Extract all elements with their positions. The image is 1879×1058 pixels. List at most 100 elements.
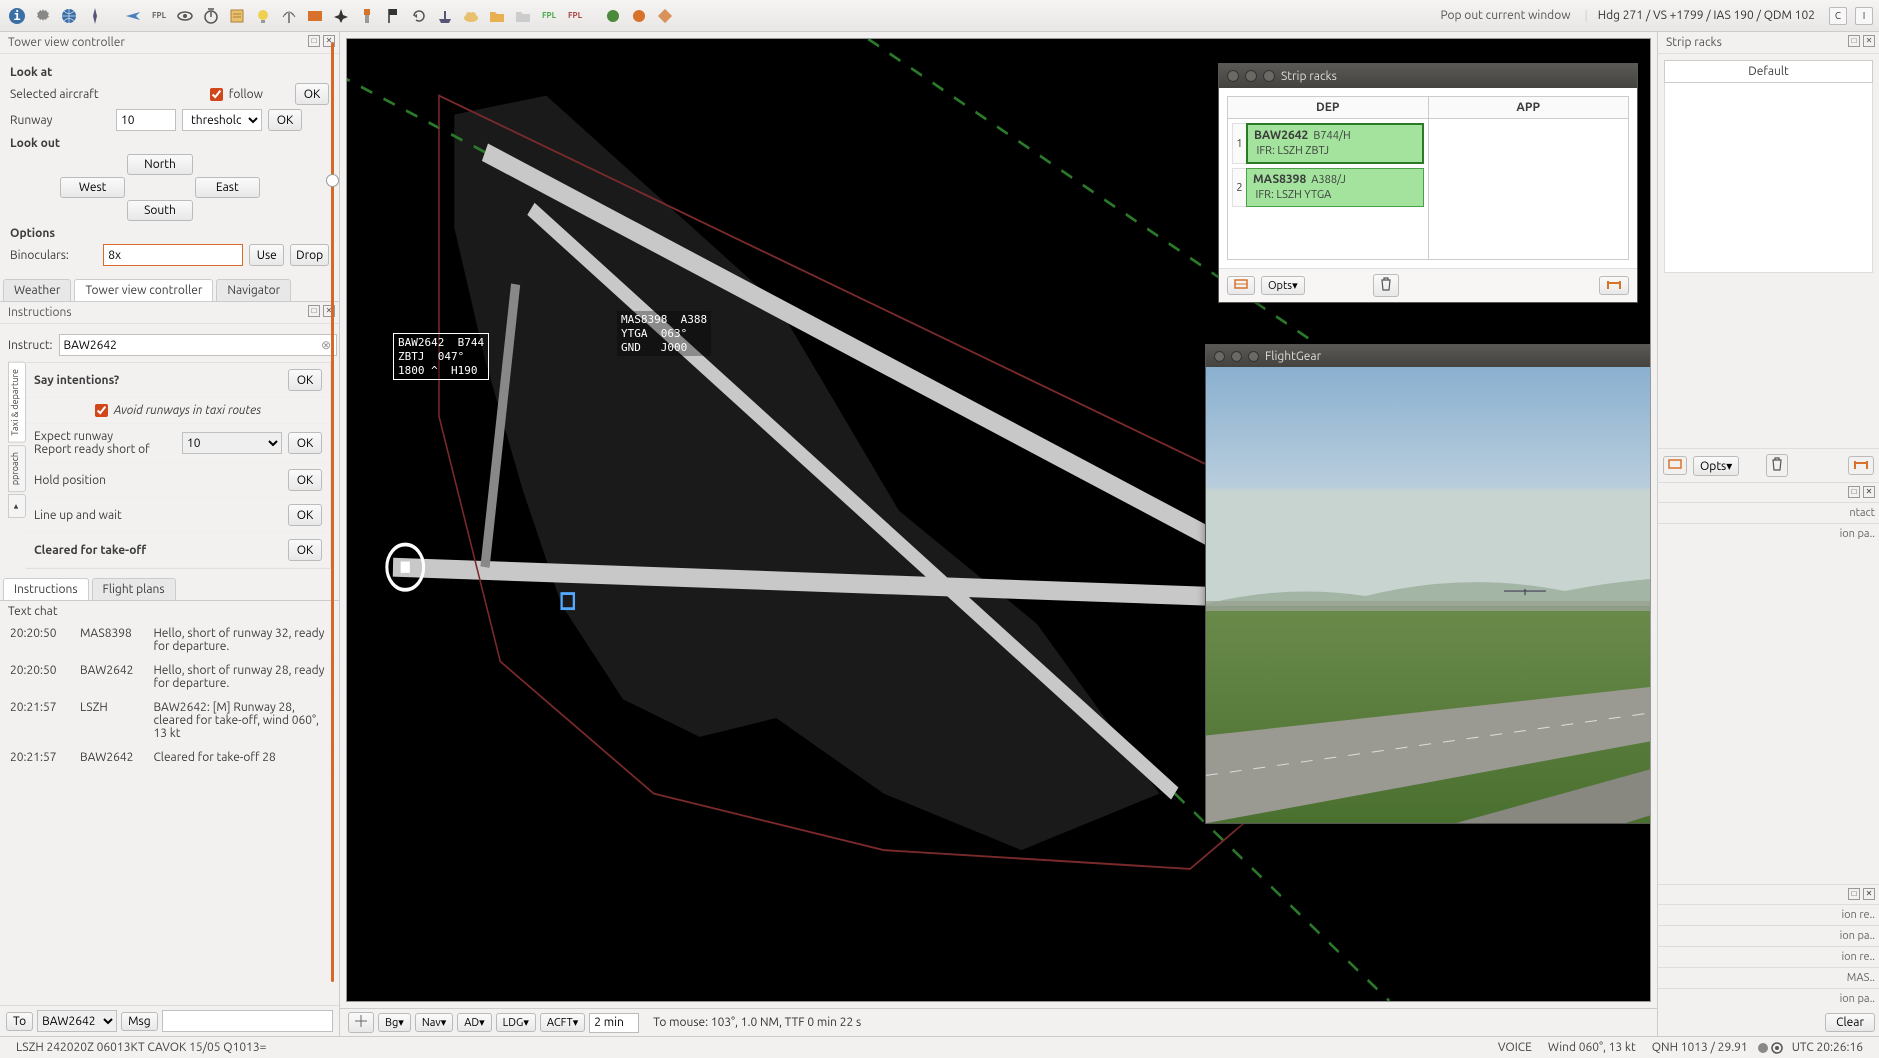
mode-i-button[interactable]: I: [1855, 7, 1873, 25]
orange-block-icon[interactable]: [304, 5, 326, 27]
ship-icon[interactable]: [434, 5, 456, 27]
aircraft-blue-icon[interactable]: [122, 5, 144, 27]
notepad-icon[interactable]: [226, 5, 248, 27]
zoom-slider[interactable]: [326, 42, 338, 982]
opts-button[interactable]: Opts▾: [1261, 276, 1305, 295]
ok-aircraft-button[interactable]: OK: [295, 83, 329, 105]
radar-label-mas8398[interactable]: MAS8398 A388 YTGA 063° GND J000: [617, 311, 711, 356]
orange-dot-icon[interactable]: [628, 5, 650, 27]
compass-icon[interactable]: [84, 5, 106, 27]
info-icon[interactable]: i: [6, 5, 28, 27]
orange-diamond-icon[interactable]: [654, 5, 676, 27]
eye-icon[interactable]: [174, 5, 196, 27]
antenna-icon[interactable]: [278, 5, 300, 27]
folder-icon[interactable]: [486, 5, 508, 27]
ok-takeoff-button[interactable]: OK: [288, 539, 322, 561]
cloud-icon[interactable]: [460, 5, 482, 27]
radar-label-baw2642[interactable]: BAW2642 B744 ZBTJ 047° 1800 ^ H190: [393, 333, 489, 380]
ok-lineup-button[interactable]: OK: [288, 504, 322, 526]
flightgear-titlebar[interactable]: FlightGear: [1206, 345, 1651, 367]
max-dot-icon[interactable]: [1248, 351, 1259, 362]
bg-button[interactable]: Bg▾: [378, 1013, 411, 1032]
min-dot-icon[interactable]: [1231, 351, 1242, 362]
lightbulb-icon[interactable]: [252, 5, 274, 27]
tab-tvc[interactable]: Tower view controller: [74, 279, 213, 301]
min-dot-icon[interactable]: [1245, 70, 1257, 82]
status-dot-icon[interactable]: [1756, 1041, 1770, 1055]
threshold-select[interactable]: threshold: [182, 109, 262, 131]
stopwatch-icon[interactable]: [200, 5, 222, 27]
expect-rwy-select[interactable]: 10: [182, 432, 282, 454]
drop-button[interactable]: Drop: [290, 244, 329, 266]
west-button[interactable]: West: [60, 177, 125, 198]
close-icon[interactable]: ✕: [1863, 35, 1875, 47]
tab-weather[interactable]: Weather: [3, 279, 71, 301]
ok-say-button[interactable]: OK: [288, 369, 322, 391]
follow-checkbox[interactable]: [210, 88, 223, 101]
tab-instructions[interactable]: Instructions: [3, 578, 89, 600]
max-icon[interactable]: □: [308, 35, 320, 47]
barrier-icon[interactable]: [1599, 276, 1629, 295]
close-dot-icon[interactable]: [1227, 70, 1239, 82]
strip-racks-titlebar[interactable]: Strip racks: [1219, 64, 1637, 88]
side-tab-more[interactable]: ▾: [8, 494, 26, 518]
tab-flight-plans[interactable]: Flight plans: [92, 578, 176, 600]
settings-icon[interactable]: [32, 5, 54, 27]
green-dot-icon[interactable]: [602, 5, 624, 27]
strip-tab-icon[interactable]: [1663, 456, 1687, 475]
folder-open-icon[interactable]: [512, 5, 534, 27]
to-button[interactable]: To: [6, 1012, 33, 1031]
fpl-red-icon[interactable]: FPL: [564, 5, 586, 27]
north-button[interactable]: North: [127, 154, 192, 175]
max-icon[interactable]: □: [308, 305, 320, 317]
to-select[interactable]: BAW2642: [37, 1010, 117, 1032]
fpl-green-icon[interactable]: FPL: [538, 5, 560, 27]
max-icon[interactable]: □: [1848, 35, 1860, 47]
refresh-icon[interactable]: [408, 5, 430, 27]
trash-icon[interactable]: [1373, 274, 1399, 297]
close-icon[interactable]: ✕: [1863, 486, 1875, 498]
ok-hold-button[interactable]: OK: [288, 469, 322, 491]
aircraft-icon[interactable]: [330, 5, 352, 27]
flag-icon[interactable]: [382, 5, 404, 27]
default-rack-area[interactable]: [1664, 83, 1873, 273]
msg-button[interactable]: Msg: [121, 1012, 158, 1031]
popout-link[interactable]: Pop out current window: [1430, 9, 1580, 22]
trash-icon[interactable]: [1766, 454, 1788, 477]
flight-strip[interactable]: MAS8398 A388/J IFR: LSZH YTGA: [1246, 168, 1424, 207]
ldg-button[interactable]: LDG▾: [496, 1013, 536, 1032]
time-input[interactable]: [589, 1013, 639, 1033]
east-button[interactable]: East: [195, 177, 260, 198]
radar-view[interactable]: BAW2642 B744 ZBTJ 047° 1800 ^ H190 MAS83…: [346, 38, 1651, 1002]
mode-c-button[interactable]: C: [1829, 7, 1847, 25]
instruct-input[interactable]: [59, 334, 337, 356]
avoid-rwy-checkbox[interactable]: [95, 404, 108, 417]
strip-tab-icon[interactable]: [1227, 276, 1255, 295]
ok-expect-button[interactable]: OK: [288, 432, 322, 454]
tower-icon[interactable]: [356, 5, 378, 27]
globe-icon[interactable]: [58, 5, 80, 27]
use-button[interactable]: Use: [249, 244, 284, 266]
opts-right-button[interactable]: Opts▾: [1693, 456, 1739, 476]
ok-runway-button[interactable]: OK: [268, 109, 302, 131]
max-dot-icon[interactable]: [1263, 70, 1275, 82]
barrier-icon[interactable]: [1848, 456, 1874, 475]
max-icon[interactable]: □: [1848, 486, 1860, 498]
south-button[interactable]: South: [127, 200, 192, 221]
flight-strip[interactable]: BAW2642 B744/H IFR: LSZH ZBTJ: [1246, 123, 1424, 164]
close-dot-icon[interactable]: [1214, 351, 1225, 362]
side-tab-taxi[interactable]: Taxi & departure: [8, 362, 26, 443]
side-tab-approach[interactable]: pproach: [8, 445, 26, 492]
runway-input[interactable]: [116, 109, 176, 131]
clear-button[interactable]: Clear: [1825, 1013, 1875, 1032]
fpl-text-icon[interactable]: FPL: [148, 5, 170, 27]
crosshair-icon[interactable]: [348, 1012, 374, 1033]
tab-navigator[interactable]: Navigator: [216, 279, 291, 301]
close-icon[interactable]: ✕: [1863, 888, 1875, 900]
status-record-icon[interactable]: [1770, 1041, 1784, 1055]
nav-button[interactable]: Nav▾: [415, 1013, 453, 1032]
binoculars-input[interactable]: [103, 244, 243, 266]
acft-button[interactable]: ACFT▾: [540, 1013, 585, 1032]
ad-button[interactable]: AD▾: [457, 1013, 491, 1032]
max-icon[interactable]: □: [1848, 888, 1860, 900]
